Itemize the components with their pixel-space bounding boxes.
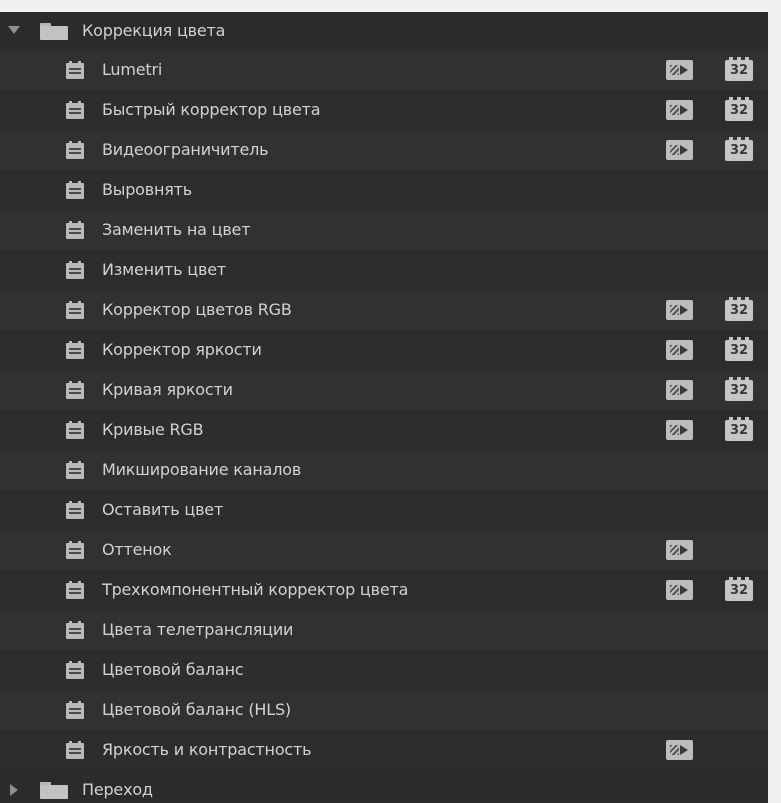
effect-list-item[interactable]: Кривая яркости 32 bbox=[0, 371, 768, 410]
folder-label: Переход bbox=[82, 780, 153, 799]
effect-label: Изменить цвет bbox=[102, 260, 226, 279]
accelerated-effect-icon bbox=[666, 420, 693, 440]
effect-label: Оттенок bbox=[102, 540, 172, 559]
accelerated-effect-icon bbox=[666, 580, 693, 600]
effect-label: Быстрый корректор цвета bbox=[102, 100, 321, 119]
effect-icon bbox=[66, 101, 84, 119]
accelerated-effect-icon bbox=[666, 140, 693, 160]
effect-list-item[interactable]: Быстрый корректор цвета 32 bbox=[0, 91, 768, 130]
accelerated-effect-icon bbox=[666, 300, 693, 320]
accelerated-effect-icon bbox=[666, 60, 693, 80]
accelerated-effect-icon bbox=[666, 100, 693, 120]
effect-label: Lumetri bbox=[102, 60, 163, 79]
folder-label: Коррекция цвета bbox=[82, 21, 226, 40]
bit32-badge-icon: 32 bbox=[725, 297, 753, 321]
effect-label: Кривые RGB bbox=[102, 420, 204, 439]
effect-icon bbox=[66, 61, 84, 79]
effect-list-item[interactable]: Выровнять bbox=[0, 171, 768, 210]
effect-label: Микширование каналов bbox=[102, 460, 302, 479]
effect-icon bbox=[66, 541, 84, 559]
effect-icon bbox=[66, 381, 84, 399]
effect-label: Корректор цветов RGB bbox=[102, 300, 292, 319]
effect-icon bbox=[66, 501, 84, 519]
effect-label: Трехкомпонентный корректор цвета bbox=[102, 580, 409, 599]
accelerated-effect-icon bbox=[666, 740, 693, 760]
effect-list-item[interactable]: Видеоограничитель 32 bbox=[0, 131, 768, 170]
effect-label: Цветовой баланс bbox=[102, 660, 244, 679]
effect-list-item[interactable]: Трехкомпонентный корректор цвета 32 bbox=[0, 571, 768, 610]
bit32-badge-icon: 32 bbox=[725, 417, 753, 441]
effect-list-item[interactable]: Оттенок bbox=[0, 531, 768, 570]
effect-icon bbox=[66, 301, 84, 319]
effect-icon bbox=[66, 461, 84, 479]
effects-panel: Коррекция цвета Lumetri 32 Быстрый коррект… bbox=[0, 12, 768, 803]
effect-list-item[interactable]: Цветовой баланс (HLS) bbox=[0, 691, 768, 730]
effect-label: Корректор яркости bbox=[102, 340, 262, 359]
effect-list-item[interactable]: Изменить цвет bbox=[0, 251, 768, 290]
folder-icon bbox=[40, 782, 68, 799]
effect-icon bbox=[66, 341, 84, 359]
folder-row-color-correction[interactable]: Коррекция цвета bbox=[0, 12, 768, 51]
effect-label: Выровнять bbox=[102, 180, 193, 199]
bit32-badge-icon: 32 bbox=[725, 337, 753, 361]
effect-list-item[interactable]: Цвета телетрансляции bbox=[0, 611, 768, 650]
effect-icon bbox=[66, 701, 84, 719]
effect-list-item[interactable]: Корректор яркости 32 bbox=[0, 331, 768, 370]
effect-list-item[interactable]: Lumetri 32 bbox=[0, 51, 768, 90]
effect-label: Яркость и контрастность bbox=[102, 740, 312, 759]
folder-row-transition[interactable]: Переход bbox=[0, 771, 768, 803]
effect-list-item[interactable]: Микширование каналов bbox=[0, 451, 768, 490]
effect-list-item[interactable]: Корректор цветов RGB 32 bbox=[0, 291, 768, 330]
effect-icon bbox=[66, 661, 84, 679]
bit32-badge-icon: 32 bbox=[725, 97, 753, 121]
disclosure-triangle-collapsed-icon[interactable] bbox=[10, 784, 18, 796]
effect-label: Цвета телетрансляции bbox=[102, 620, 294, 639]
bit32-badge-icon: 32 bbox=[725, 57, 753, 81]
effect-list-item[interactable]: Заменить на цвет bbox=[0, 211, 768, 250]
bit32-badge-icon: 32 bbox=[725, 377, 753, 401]
disclosure-triangle-expanded-icon[interactable] bbox=[8, 26, 20, 34]
effect-list-item[interactable]: Яркость и контрастность bbox=[0, 731, 768, 770]
effect-icon bbox=[66, 621, 84, 639]
effect-list-item[interactable]: Оставить цвет bbox=[0, 491, 768, 530]
accelerated-effect-icon bbox=[666, 380, 693, 400]
effect-list-item[interactable]: Цветовой баланс bbox=[0, 651, 768, 690]
effect-icon bbox=[66, 141, 84, 159]
effect-icon bbox=[66, 421, 84, 439]
effect-icon bbox=[66, 221, 84, 239]
bit32-badge-icon: 32 bbox=[725, 137, 753, 161]
effect-label: Оставить цвет bbox=[102, 500, 224, 519]
effect-icon bbox=[66, 581, 84, 599]
accelerated-effect-icon bbox=[666, 540, 693, 560]
effect-label: Видеоограничитель bbox=[102, 140, 269, 159]
effect-label: Заменить на цвет bbox=[102, 220, 251, 239]
effect-icon bbox=[66, 261, 84, 279]
effect-icon bbox=[66, 741, 84, 759]
effect-icon bbox=[66, 181, 84, 199]
effect-list-item[interactable]: Кривые RGB 32 bbox=[0, 411, 768, 450]
effect-label: Цветовой баланс (HLS) bbox=[102, 700, 291, 719]
accelerated-effect-icon bbox=[666, 340, 693, 360]
bit32-badge-icon: 32 bbox=[725, 577, 753, 601]
effect-label: Кривая яркости bbox=[102, 380, 233, 399]
folder-icon bbox=[40, 23, 68, 40]
